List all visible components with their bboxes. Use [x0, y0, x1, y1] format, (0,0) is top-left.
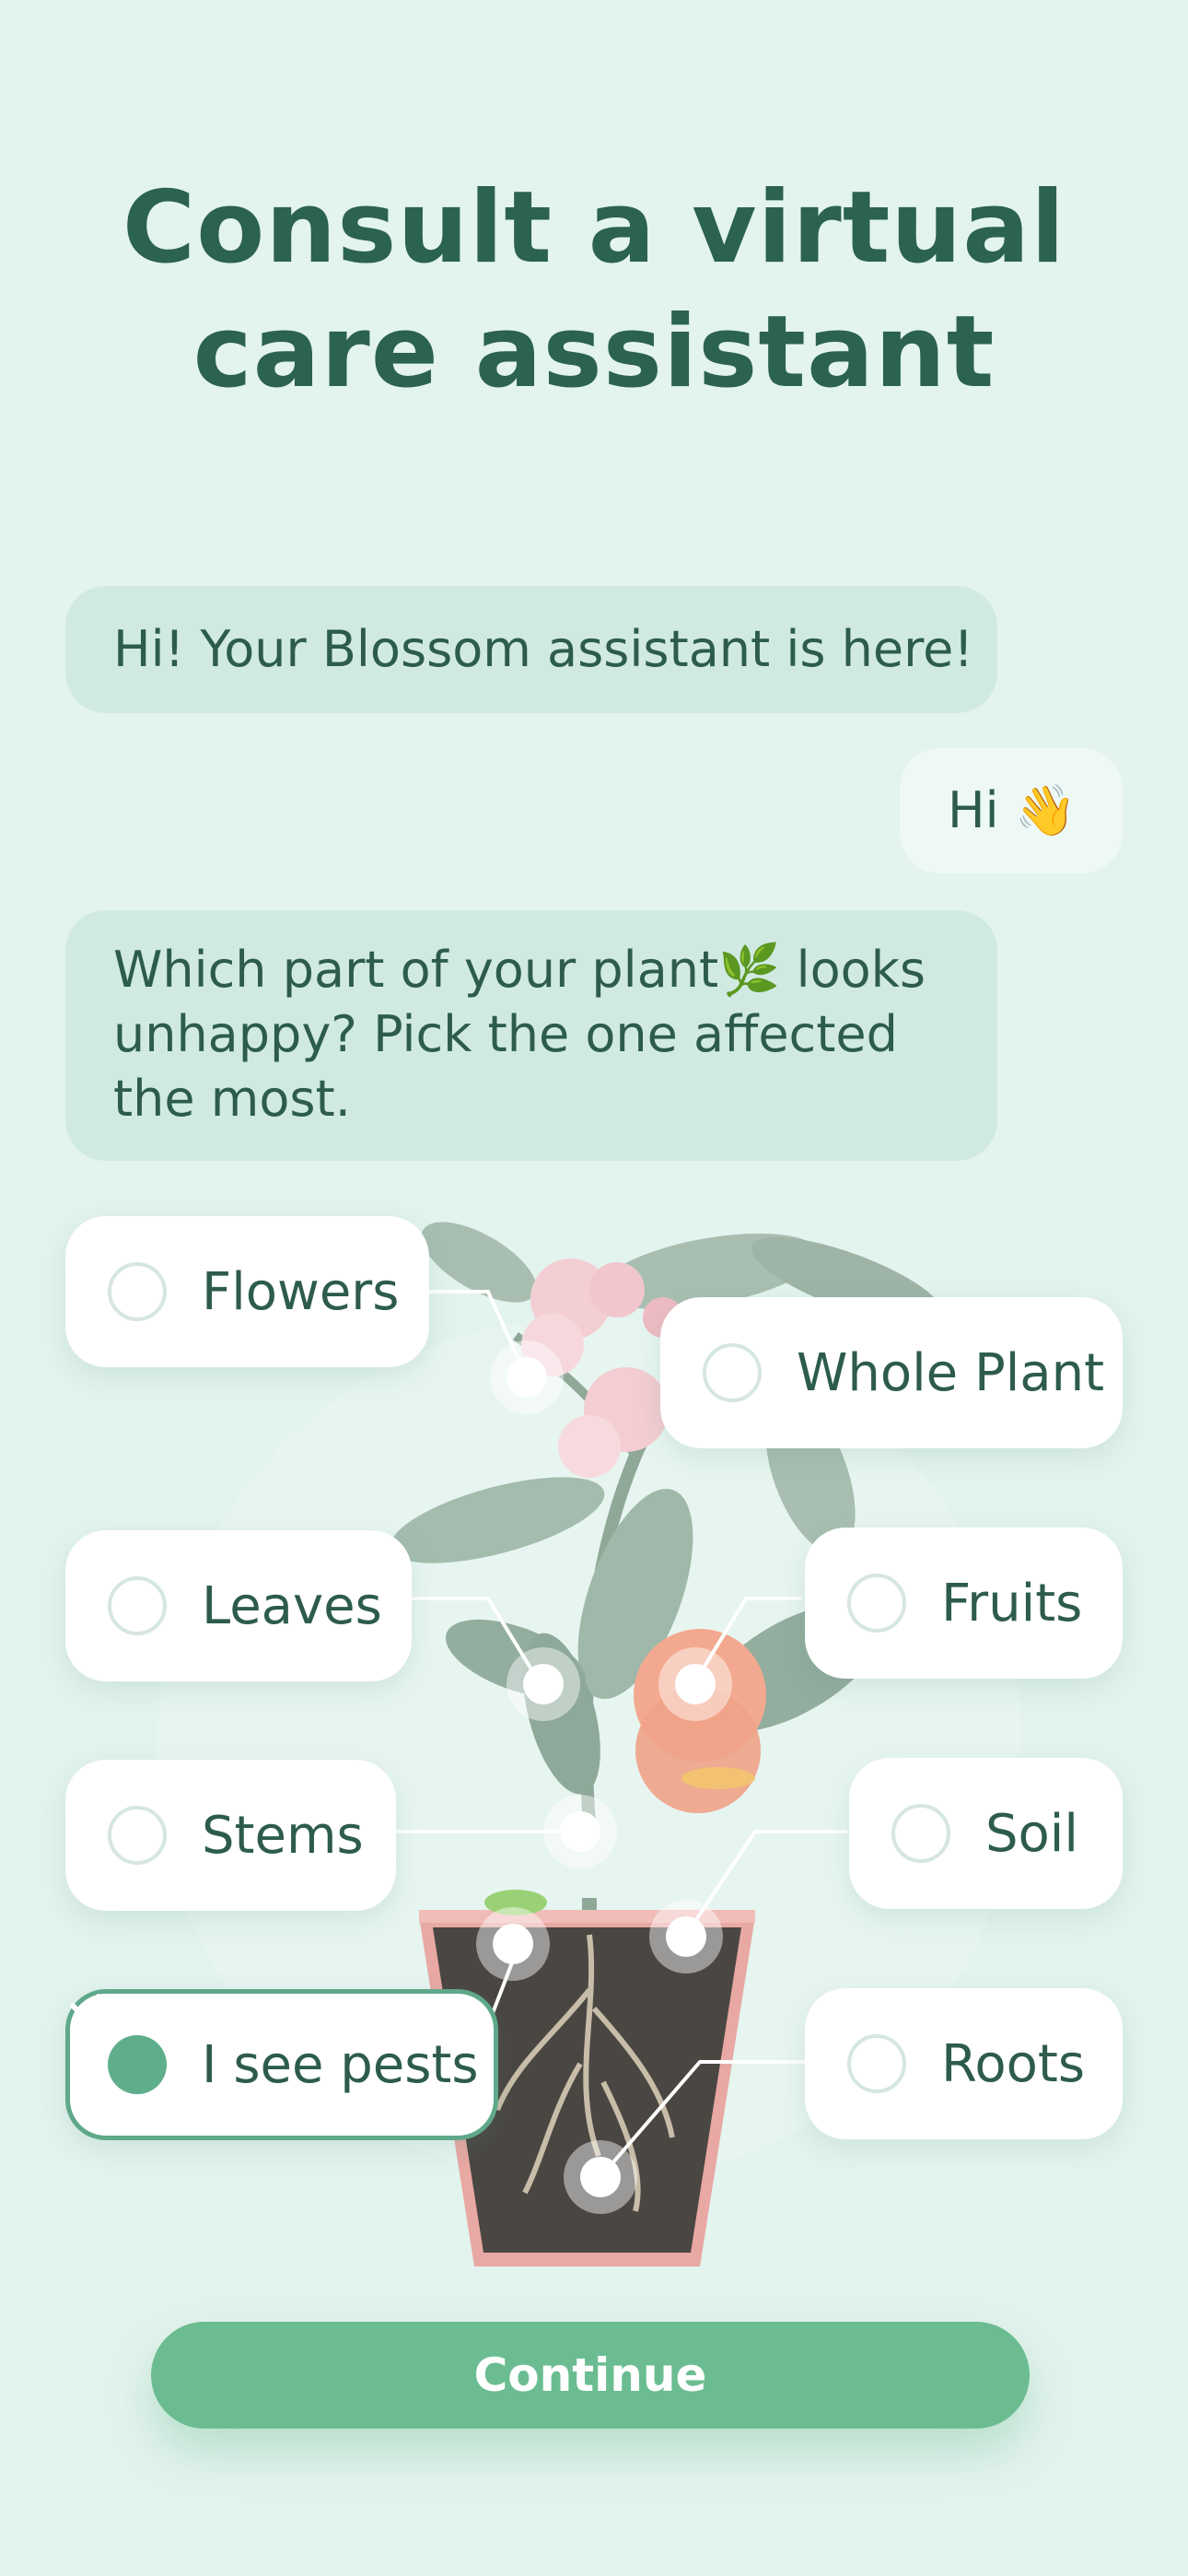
option-label: Fruits — [941, 1573, 1083, 1633]
option-label: Soil — [985, 1803, 1078, 1864]
option-flowers[interactable]: Flowers — [65, 1216, 429, 1367]
title-line-1: Consult a virtual — [122, 170, 1066, 286]
radio-empty-icon — [108, 1262, 167, 1321]
page-title: Consult a virtual care assistant — [0, 166, 1188, 415]
option-fruits[interactable]: Fruits — [805, 1528, 1123, 1679]
option-leaves[interactable]: Leaves — [65, 1530, 412, 1681]
assistant-question-bubble: Which part of your plant🌿 looks unhappy?… — [65, 910, 997, 1161]
radio-empty-icon — [847, 2034, 906, 2093]
option-roots[interactable]: Roots — [805, 1988, 1123, 2139]
option-label: I see pests — [202, 2034, 479, 2095]
title-line-2: care assistant — [192, 295, 996, 410]
radio-empty-icon — [108, 1576, 167, 1635]
option-soil[interactable]: Soil — [849, 1758, 1123, 1909]
radio-checked-icon — [70, 1994, 167, 2094]
option-label: Stems — [202, 1805, 364, 1866]
option-i-see-pests[interactable]: I see pests — [65, 1989, 498, 2140]
option-label: Roots — [941, 2033, 1086, 2094]
continue-button[interactable]: Continue — [151, 2322, 1030, 2429]
plant-diagram: Flowers Whole Plant Leaves Fruits Stems … — [0, 1179, 1188, 2340]
user-reply-bubble: Hi 👋 — [900, 748, 1123, 873]
option-stems[interactable]: Stems — [65, 1760, 396, 1911]
radio-empty-icon — [108, 1806, 167, 1865]
assistant-greeting-bubble: Hi! Your Blossom assistant is here! — [65, 586, 997, 713]
option-label: Flowers — [202, 1261, 400, 1322]
option-whole-plant[interactable]: Whole Plant — [660, 1297, 1123, 1448]
option-label: Whole Plant — [797, 1342, 1105, 1403]
radio-empty-icon — [703, 1343, 762, 1402]
option-label: Leaves — [202, 1575, 382, 1636]
radio-empty-icon — [891, 1804, 950, 1863]
radio-empty-icon — [847, 1574, 906, 1633]
